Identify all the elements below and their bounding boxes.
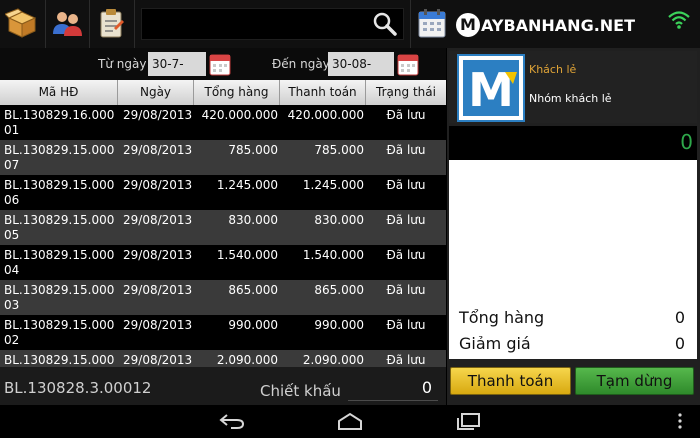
column-header-paid[interactable]: Thanh toán (280, 80, 366, 105)
cell-paid: 990.000 (314, 318, 364, 332)
clipboard-icon[interactable] (94, 6, 128, 40)
cell-total: 1.245.000 (216, 178, 278, 192)
cell-status: Đã lưu (386, 178, 426, 192)
cell-paid: 1.540.000 (302, 248, 364, 262)
toolbar-separator (134, 0, 135, 48)
table-row[interactable]: BL.130829.15.00005 29/08/2013 830.000 83… (0, 210, 446, 245)
cell-total: 1.540.000 (216, 248, 278, 262)
cell-status: Đã lưu (386, 248, 426, 262)
cell-total: 865.000 (228, 283, 278, 297)
discount-total-value: 0 (674, 334, 685, 353)
cell-total: 990.000 (228, 318, 278, 332)
cell-code: BL.130829.15.00001 (4, 353, 115, 367)
from-date-field[interactable]: 30-7-2013 (148, 52, 206, 95)
column-header-status[interactable]: Trạng thái (366, 80, 446, 105)
cell-total: 785.000 (228, 143, 278, 157)
toolbar-separator (45, 0, 46, 48)
table-row[interactable]: BL.130829.15.00002 29/08/2013 990.000 99… (0, 315, 446, 350)
search-box (141, 8, 404, 40)
table-row[interactable]: BL.130829.15.00001 29/08/2013 2.090.000 … (0, 350, 446, 367)
toolbar-separator (410, 0, 411, 48)
users-icon[interactable] (50, 6, 84, 40)
customer-logo: M (457, 54, 525, 122)
order-summary: Tổng hàng 0 Giảm giá 0 (449, 303, 697, 359)
customer-logo-letter: M (468, 63, 514, 117)
cell-status: Đã lưu (386, 353, 426, 367)
cell-paid: 2.090.000 (302, 353, 364, 367)
recent-apps-icon[interactable] (453, 411, 483, 431)
cell-total: 830.000 (228, 213, 278, 227)
table-row[interactable]: BL.130829.15.00004 29/08/2013 1.540.000 … (0, 245, 446, 280)
customer-group: Nhóm khách lẻ (529, 92, 612, 105)
cell-status: Đã lưu (386, 318, 426, 332)
goods-total-label: Tổng hàng (459, 308, 545, 327)
cell-status: Đã lưu (386, 283, 426, 297)
hold-button[interactable]: Tạm dừng (575, 367, 694, 395)
overflow-menu-icon[interactable] (674, 411, 686, 431)
calendar-icon[interactable] (415, 6, 449, 40)
column-header-code[interactable]: Mã HĐ (0, 80, 118, 105)
brand-logo-text: AYBANHANG.NET (481, 15, 636, 35)
to-date-calendar-icon[interactable] (397, 52, 419, 76)
system-nav-bar (0, 405, 700, 438)
cell-paid: 1.245.000 (302, 178, 364, 192)
wifi-icon (668, 10, 690, 30)
to-date-label: Đến ngày (272, 57, 330, 71)
customer-name: Khách lẻ (529, 63, 577, 76)
goods-total-value: 0 (674, 308, 685, 327)
total-display: 0 (449, 126, 697, 160)
cell-code: BL.130829.15.00004 (4, 248, 115, 277)
top-toolbar: M AYBANHANG.NET (0, 0, 700, 48)
table-row[interactable]: BL.130829.15.00003 29/08/2013 865.000 86… (0, 280, 446, 315)
home-icon[interactable] (335, 411, 365, 431)
box-icon[interactable] (4, 6, 39, 40)
cell-code: BL.130829.16.00001 (4, 108, 115, 137)
from-date-label: Từ ngày (98, 57, 147, 71)
cell-code: BL.130829.15.00006 (4, 178, 115, 207)
cell-paid: 420.000.000 (287, 108, 364, 122)
cell-status: Đã lưu (386, 213, 426, 227)
cell-total: 420.000.000 (201, 108, 278, 122)
cell-code: BL.130829.15.00005 (4, 213, 115, 242)
invoice-footer: BL.130828.3.00012 Chiết khấu (0, 367, 446, 405)
date-filter: Từ ngày 30-7-2013 Đến ngày 30-08-2013 (0, 48, 446, 95)
column-header-date[interactable]: Ngày (118, 80, 194, 105)
toolbar-separator (89, 0, 90, 48)
table-header: Mã HĐ Ngày Tổng hàng Thanh toán Trạng th… (0, 80, 446, 105)
discount-label: Chiết khấu (260, 382, 341, 400)
discount-total-label: Giảm giá (459, 334, 531, 353)
from-date-calendar-icon[interactable] (209, 52, 231, 76)
cell-status: Đã lưu (386, 108, 426, 122)
search-input[interactable] (142, 9, 370, 39)
table-body: BL.130829.16.00001 29/08/2013 420.000.00… (0, 105, 446, 367)
table-row[interactable]: BL.130829.16.00001 29/08/2013 420.000.00… (0, 105, 446, 140)
current-invoice-number: BL.130828.3.00012 (4, 379, 152, 397)
cell-paid: 865.000 (314, 283, 364, 297)
order-panel: M Khách lẻ Nhóm khách lẻ 0 Tổng hàng 0 G… (447, 48, 700, 405)
cell-paid: 785.000 (314, 143, 364, 157)
customer-card[interactable]: M Khách lẻ Nhóm khách lẻ (449, 51, 697, 123)
order-items-list[interactable] (449, 160, 697, 303)
search-icon[interactable] (372, 11, 398, 37)
cell-total: 2.090.000 (216, 353, 278, 367)
cell-code: BL.130829.15.00002 (4, 318, 115, 347)
table-row[interactable]: BL.130829.15.00007 29/08/2013 785.000 78… (0, 140, 446, 175)
table-row[interactable]: BL.130829.15.00006 29/08/2013 1.245.000 … (0, 175, 446, 210)
column-header-total[interactable]: Tổng hàng (194, 80, 280, 105)
pay-button[interactable]: Thanh toán (450, 367, 571, 395)
back-icon[interactable] (217, 411, 247, 431)
brand-logo-mark: M (456, 13, 480, 37)
total-amount: 0 (680, 130, 693, 154)
cell-status: Đã lưu (386, 143, 426, 157)
to-date-field[interactable]: 30-08-2013 (328, 52, 394, 95)
discount-input[interactable] (348, 375, 438, 401)
brand-logo: M AYBANHANG.NET (456, 12, 635, 38)
cell-paid: 830.000 (314, 213, 364, 227)
cell-code: BL.130829.15.00007 (4, 143, 115, 172)
cell-code: BL.130829.15.00003 (4, 283, 115, 312)
